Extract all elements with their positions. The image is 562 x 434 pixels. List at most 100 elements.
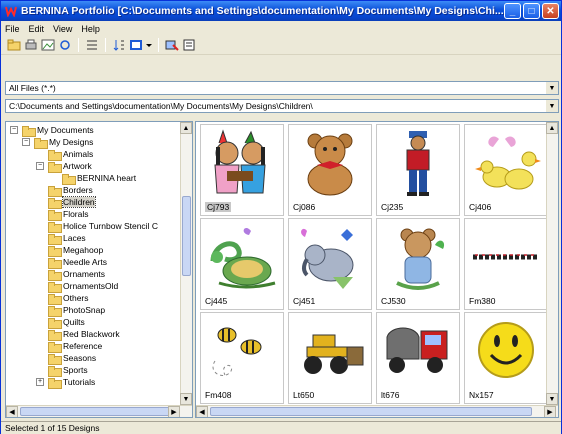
scroll-left-icon[interactable]: ◀ bbox=[196, 406, 208, 417]
folder-icon bbox=[48, 293, 62, 305]
teddy-bear-design-icon bbox=[307, 133, 353, 196]
tree-item-animals[interactable]: Animals bbox=[48, 148, 93, 161]
tree-item-ornaments-old[interactable]: OrnamentsOld bbox=[48, 280, 118, 293]
tree-item-artwork[interactable]: Artwork bbox=[48, 160, 92, 173]
tree-item-my-documents[interactable]: My Documents bbox=[22, 124, 94, 137]
design-tile[interactable]: Cj451 bbox=[288, 218, 372, 310]
scroll-right-icon[interactable]: ▶ bbox=[168, 406, 180, 417]
folder-path-field[interactable]: C:\Documents and Settings\documentation\… bbox=[5, 99, 559, 113]
menu-edit[interactable]: Edit bbox=[29, 24, 45, 34]
thumbnail-size-icon[interactable] bbox=[129, 38, 143, 52]
gallery-vertical-scrollbar[interactable]: ▲ ▼ bbox=[546, 122, 558, 405]
tree-item-borders[interactable]: Borders bbox=[48, 184, 93, 197]
dropdown-arrow-icon[interactable] bbox=[146, 38, 152, 52]
scroll-left-icon[interactable]: ◀ bbox=[6, 406, 18, 417]
tree-item-florals[interactable]: Florals bbox=[48, 208, 89, 221]
scroll-thumb[interactable] bbox=[210, 407, 532, 416]
properties-icon[interactable] bbox=[182, 38, 196, 52]
close-button[interactable]: ✕ bbox=[542, 3, 559, 19]
bees-design-icon bbox=[212, 327, 262, 376]
design-tile[interactable]: Cj235 bbox=[376, 124, 460, 216]
stitch-icon[interactable] bbox=[165, 38, 179, 52]
tree-item-megahoop[interactable]: Megahoop bbox=[48, 244, 103, 257]
tree-item-children[interactable]: Children bbox=[48, 196, 96, 209]
folder-icon bbox=[48, 197, 62, 209]
native-children-design-icon bbox=[214, 129, 266, 194]
smiley-face-design-icon bbox=[478, 322, 534, 378]
collapse-icon[interactable]: − bbox=[10, 126, 18, 134]
tree-item-others[interactable]: Others bbox=[48, 292, 89, 305]
tree-item-tutorials[interactable]: Tutorials bbox=[48, 376, 95, 389]
design-name: Cj451 bbox=[293, 296, 316, 306]
chevron-down-icon[interactable]: ▼ bbox=[546, 100, 558, 112]
folder-icon bbox=[48, 149, 62, 161]
design-name: Cj793 bbox=[205, 202, 232, 212]
file-type-filter[interactable]: All Files (*.*) ▼ bbox=[5, 81, 559, 95]
folder-icon bbox=[62, 173, 76, 185]
bear-butterfly-design-icon bbox=[396, 228, 445, 290]
collapse-icon[interactable]: − bbox=[36, 162, 44, 170]
design-tile[interactable]: Cj793 bbox=[200, 124, 284, 216]
tree-item-quilts[interactable]: Quilts bbox=[48, 316, 85, 329]
boy-design-icon bbox=[406, 131, 430, 196]
gallery-horizontal-scrollbar[interactable]: ◀ ▶ bbox=[196, 405, 558, 417]
scroll-thumb[interactable] bbox=[20, 407, 170, 416]
toolbar-separator bbox=[78, 38, 79, 52]
tree-item-my-designs[interactable]: My Designs bbox=[34, 136, 93, 149]
scroll-up-icon[interactable]: ▲ bbox=[546, 122, 558, 134]
refresh-icon[interactable] bbox=[58, 38, 72, 52]
maximize-button[interactable]: □ bbox=[523, 3, 540, 19]
chevron-down-icon[interactable]: ▼ bbox=[546, 82, 558, 94]
print-icon[interactable] bbox=[24, 38, 38, 52]
folder-path-value: C:\Documents and Settings\documentation\… bbox=[9, 101, 313, 111]
design-tile[interactable]: Nx157 bbox=[464, 312, 548, 404]
design-tile[interactable]: Fm408 bbox=[200, 312, 284, 404]
tree-item-photosnap[interactable]: PhotoSnap bbox=[48, 304, 105, 317]
menu-view[interactable]: View bbox=[53, 24, 72, 34]
toolbar-separator bbox=[105, 38, 106, 52]
tree-item-reference[interactable]: Reference bbox=[48, 340, 102, 353]
design-name: CJ530 bbox=[381, 296, 406, 306]
design-tile[interactable]: lt676 bbox=[376, 312, 460, 404]
folder-icon bbox=[48, 185, 62, 197]
open-folder-icon[interactable] bbox=[7, 38, 21, 52]
expand-icon[interactable]: + bbox=[36, 378, 44, 386]
folder-icon bbox=[48, 161, 62, 173]
design-tile[interactable]: Cj406 bbox=[464, 124, 548, 216]
menu-help[interactable]: Help bbox=[81, 24, 100, 34]
tree-item-ornaments[interactable]: Ornaments bbox=[48, 268, 105, 281]
tree-item-needle-arts[interactable]: Needle Arts bbox=[48, 256, 107, 269]
tree-vertical-scrollbar[interactable]: ▲ ▼ bbox=[180, 122, 192, 405]
portfolio-window: BERNINA Portfolio [C:\Documents and Sett… bbox=[0, 0, 562, 434]
minimize-button[interactable]: _ bbox=[504, 3, 521, 19]
scroll-down-icon[interactable]: ▼ bbox=[180, 393, 192, 405]
design-tile[interactable]: Fm380 bbox=[464, 218, 548, 310]
scroll-thumb[interactable] bbox=[182, 196, 191, 276]
tree-item-laces[interactable]: Laces bbox=[48, 232, 86, 245]
bulldozer-design-icon bbox=[304, 334, 364, 374]
design-tile[interactable]: Cj445 bbox=[200, 218, 284, 310]
design-tile[interactable]: Cj086 bbox=[288, 124, 372, 216]
tree-horizontal-scrollbar[interactable]: ◀ ▶ bbox=[6, 405, 192, 417]
scroll-right-icon[interactable]: ▶ bbox=[544, 406, 556, 417]
folder-icon bbox=[48, 329, 62, 341]
title-bar[interactable]: BERNINA Portfolio [C:\Documents and Sett… bbox=[1, 1, 561, 21]
menu-file[interactable]: File bbox=[5, 24, 20, 34]
sort-icon[interactable] bbox=[112, 38, 126, 52]
list-view-icon[interactable] bbox=[85, 38, 99, 52]
tree-item-bernina-heart[interactable]: BERNINA heart bbox=[62, 172, 136, 185]
scroll-up-icon[interactable]: ▲ bbox=[180, 122, 192, 134]
folder-tree: − My Documents − My Designs Animals − Ar… bbox=[5, 121, 193, 418]
design-gallery: Cj793 Cj086 Cj235 Cj406 Cj445 Cj451 CJ53… bbox=[195, 121, 559, 418]
tree-item-holice-turnbow-stencil[interactable]: Holice Turnbow Stencil C bbox=[48, 220, 158, 233]
design-tile[interactable]: Lt650 bbox=[288, 312, 372, 404]
design-tile[interactable]: CJ530 bbox=[376, 218, 460, 310]
folder-icon bbox=[48, 317, 62, 329]
folder-icon bbox=[48, 209, 62, 221]
image-icon[interactable] bbox=[41, 38, 55, 52]
tree-item-red-blackwork[interactable]: Red Blackwork bbox=[48, 328, 120, 341]
tree-item-sports[interactable]: Sports bbox=[48, 364, 88, 377]
tree-item-seasons[interactable]: Seasons bbox=[48, 352, 96, 365]
scroll-down-icon[interactable]: ▼ bbox=[546, 393, 558, 405]
collapse-icon[interactable]: − bbox=[22, 138, 30, 146]
